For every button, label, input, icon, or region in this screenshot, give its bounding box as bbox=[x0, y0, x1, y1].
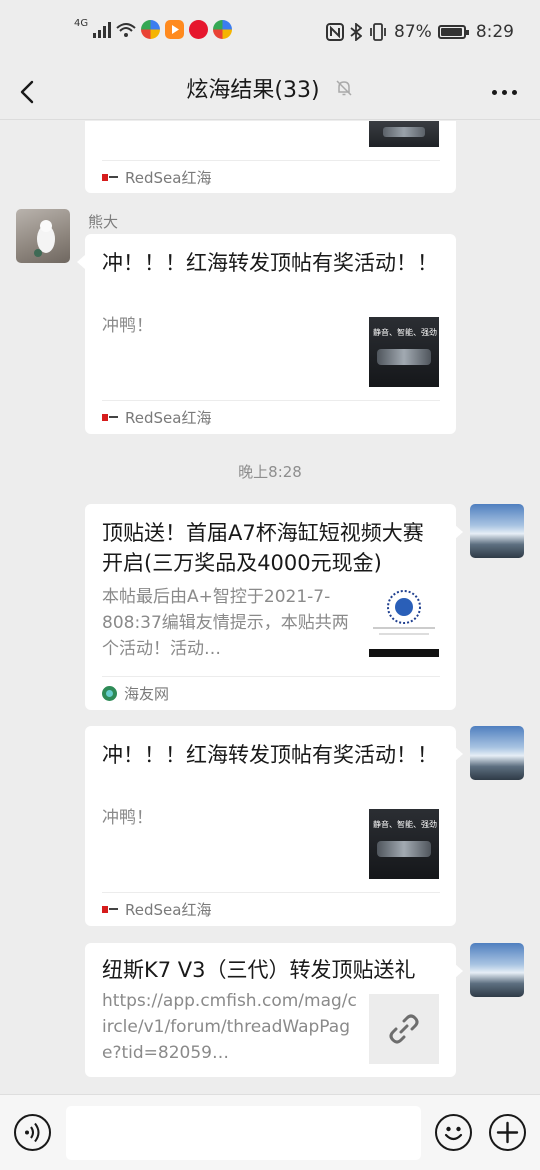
redsea-logo-icon bbox=[102, 905, 118, 914]
card-source-label: RedSea红海 bbox=[125, 901, 212, 919]
voice-button[interactable] bbox=[14, 1114, 51, 1151]
bluetooth-icon bbox=[350, 23, 363, 41]
app-notification-icon bbox=[141, 20, 161, 39]
qr-logo-icon bbox=[369, 590, 439, 657]
more-button[interactable] bbox=[486, 76, 522, 108]
voice-icon bbox=[25, 1122, 40, 1143]
card-source-label: RedSea红海 bbox=[125, 409, 212, 427]
timestamp: 晚上8:28 bbox=[238, 463, 302, 481]
more-dots-icon bbox=[491, 89, 497, 95]
card-source: 海友网 bbox=[102, 676, 440, 710]
card-desc: 冲鸭！ bbox=[102, 808, 153, 828]
message-input[interactable] bbox=[66, 1106, 421, 1160]
weibo-icon bbox=[189, 20, 209, 39]
avatar-self[interactable] bbox=[470, 504, 524, 558]
status-left: 4G bbox=[74, 17, 233, 39]
card-title: 顶贴送！首届A7杯海缸短视频大赛开启(三万奖品及4000元现金) bbox=[102, 521, 424, 575]
bubble-tail bbox=[455, 964, 463, 978]
chat-title: 炫海结果(33) bbox=[186, 78, 320, 103]
status-bar: 4G 87% 8:29 bbox=[0, 0, 540, 64]
bubble-tail bbox=[455, 525, 463, 539]
redsea-logo-icon bbox=[102, 413, 118, 422]
thumb-caption: 静音、智能、强劲 bbox=[373, 820, 437, 829]
app-notification-icon-2 bbox=[213, 20, 233, 39]
redsea-logo-icon bbox=[102, 173, 118, 182]
card-title: 冲！！！红海转发顶帖有奖活动！！ bbox=[102, 743, 438, 767]
battery-icon bbox=[437, 25, 469, 39]
clock: 8:29 bbox=[475, 22, 514, 42]
card-title: 冲！！！红海转发顶帖有奖活动！！ bbox=[102, 251, 438, 275]
card-title: 纽斯K7 V3（三代）转发顶贴送礼 bbox=[102, 958, 416, 982]
nfc-icon bbox=[326, 23, 345, 41]
card-source: RedSea红海 bbox=[102, 160, 440, 194]
chat-title-wrap: 炫海结果(33) bbox=[0, 72, 540, 104]
message-card[interactable]: 顶贴送！首届A7杯海缸短视频大赛开启(三万奖品及4000元现金) 本帖最后由A+… bbox=[85, 504, 456, 710]
wifi-icon bbox=[116, 22, 136, 37]
sender-name: 熊大 bbox=[88, 213, 119, 231]
message-card[interactable]: 冲！！！红海转发顶帖有奖活动！！ 冲鸭！ 静音、智能、强劲 RedSea红海 bbox=[85, 234, 456, 434]
card-source-label: RedSea红海 bbox=[125, 169, 212, 187]
bell-muted-icon bbox=[336, 80, 352, 96]
vibrate-icon bbox=[370, 23, 386, 41]
network-type: 4G bbox=[74, 17, 89, 29]
card-desc: 冲鸭！ bbox=[102, 316, 153, 336]
emoji-button[interactable] bbox=[435, 1114, 472, 1151]
message-card-partial[interactable]: RedSea红海 bbox=[85, 121, 456, 193]
card-link-thumbnail bbox=[369, 994, 439, 1064]
status-right: 87% 8:29 bbox=[326, 22, 514, 42]
plus-icon bbox=[496, 1121, 519, 1144]
link-icon bbox=[389, 1014, 419, 1044]
thumb-caption: 静音、智能、强劲 bbox=[373, 328, 437, 337]
bubble-tail bbox=[455, 747, 463, 761]
card-desc: https://app.cmfish.com/mag/circle/v1/for… bbox=[102, 991, 357, 1063]
avatar-self[interactable] bbox=[470, 726, 524, 780]
card-thumbnail bbox=[369, 587, 439, 657]
avatar-xiongda[interactable] bbox=[16, 209, 70, 263]
nav-bar: 炫海结果(33) bbox=[0, 64, 540, 120]
battery-percent: 87% bbox=[394, 22, 432, 42]
card-thumbnail bbox=[369, 121, 439, 147]
card-thumbnail: 静音、智能、强劲 bbox=[369, 317, 439, 387]
card-source-label: 海友网 bbox=[124, 685, 170, 703]
card-source: RedSea红海 bbox=[102, 892, 440, 926]
message-card[interactable]: 纽斯K7 V3（三代）转发顶贴送礼 https://app.cmfish.com… bbox=[85, 943, 456, 1077]
message-card[interactable]: 冲！！！红海转发顶帖有奖活动！！ 冲鸭！ 静音、智能、强劲 RedSea红海 bbox=[85, 726, 456, 926]
chat-messages[interactable]: RedSea红海 熊大 冲！！！红海转发顶帖有奖活动！！ 冲鸭！ 静音、智能、强… bbox=[0, 121, 540, 1094]
emoji-icon bbox=[444, 1126, 463, 1141]
video-app-icon bbox=[165, 20, 185, 39]
card-source: RedSea红海 bbox=[102, 400, 440, 434]
card-thumbnail: 静音、智能、强劲 bbox=[369, 809, 439, 879]
haiyou-logo-icon bbox=[102, 686, 117, 701]
avatar-figure-icon bbox=[34, 220, 55, 257]
bubble-tail bbox=[77, 255, 85, 269]
card-desc: 本帖最后由A+智控于2021-7-808:37编辑友情提示，本贴共两个活动！活动… bbox=[102, 587, 349, 659]
avatar-self[interactable] bbox=[470, 943, 524, 997]
signal-icon bbox=[93, 21, 112, 38]
more-functions-button[interactable] bbox=[489, 1114, 526, 1151]
input-bar bbox=[0, 1094, 540, 1170]
